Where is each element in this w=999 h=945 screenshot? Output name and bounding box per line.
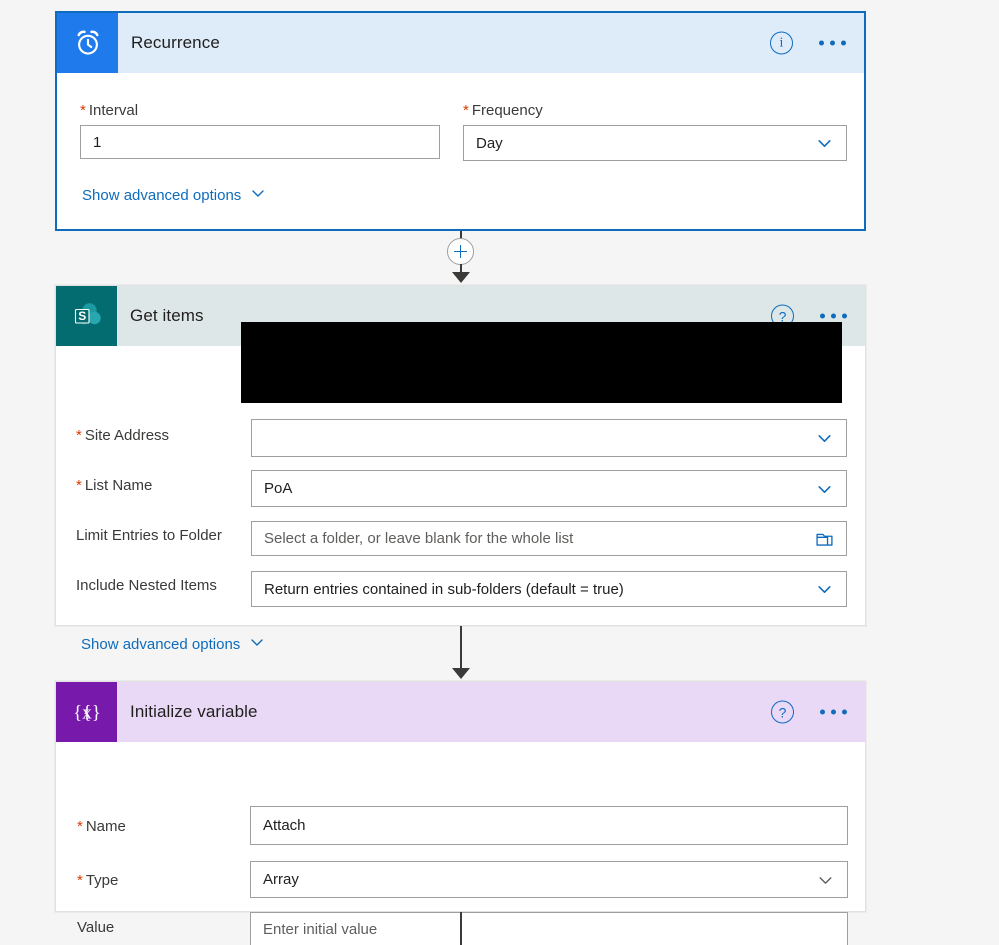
card-title-recurrence: Recurrence <box>131 33 220 52</box>
frequency-value: Day <box>476 134 503 152</box>
help-icon[interactable]: ? <box>771 700 794 724</box>
field-label-list-name: * List Name <box>76 477 152 494</box>
chevron-down-icon <box>816 481 833 498</box>
label-text: List Name <box>84 477 153 494</box>
variable-value-placeholder: Enter initial value <box>263 921 378 938</box>
required-asterisk: * <box>463 102 469 119</box>
connector-arrow <box>452 272 470 283</box>
variable-name-value: Attach <box>263 817 306 834</box>
required-asterisk: * <box>76 477 82 494</box>
list-name-value: PoA <box>264 480 293 497</box>
card-header-actions: ? <box>771 700 847 724</box>
field-label-site-address: * Site Address <box>76 427 169 444</box>
label-text: Include Nested Items <box>76 577 217 594</box>
more-options-icon[interactable] <box>820 313 847 319</box>
limit-entries-to-folder-input[interactable]: Select a folder, or leave blank for the … <box>251 521 847 556</box>
label-text: Frequency <box>471 102 543 119</box>
card-title-initialize-variable: Initialize variable <box>130 702 258 721</box>
info-icon[interactable]: i <box>770 31 793 55</box>
connector-line <box>460 626 462 674</box>
connector-arrow <box>452 668 470 679</box>
label-text: Interval <box>88 102 139 119</box>
variable-type-value: Array <box>263 871 299 888</box>
chevron-down-icon <box>816 430 833 447</box>
svg-text:S: S <box>78 309 86 323</box>
field-label-variable-name: * Name <box>77 818 126 835</box>
advanced-options-label: Show advanced options <box>82 186 242 204</box>
add-step-button[interactable] <box>447 238 474 265</box>
frequency-dropdown[interactable]: Day <box>463 125 847 161</box>
action-card-recurrence[interactable]: Recurrence i * Interval 1 * Frequency Da… <box>55 11 866 231</box>
field-label-variable-value: Value <box>77 919 114 937</box>
card-title-get-items: Get items <box>130 306 204 325</box>
more-options-icon[interactable] <box>820 709 847 715</box>
action-card-initialize-variable[interactable]: { {x} Initialize variable ? * Name Attac… <box>55 681 866 945</box>
card-header-actions: i <box>770 31 846 55</box>
limit-entries-placeholder: Select a folder, or leave blank for the … <box>264 530 574 547</box>
required-asterisk: * <box>77 872 83 889</box>
show-advanced-options-recurrence[interactable]: Show advanced options <box>82 185 266 205</box>
required-asterisk: * <box>76 427 82 444</box>
field-label-limit-entries-to-folder: Limit Entries to Folder <box>76 527 222 545</box>
flow-designer-canvas: Recurrence i * Interval 1 * Frequency Da… <box>0 0 999 945</box>
field-label-variable-type: * Type <box>77 872 118 889</box>
include-nested-items-value: Return entries contained in sub-folders … <box>264 580 624 598</box>
field-label-frequency: * Frequency <box>463 102 543 119</box>
required-asterisk: * <box>80 102 86 119</box>
label-text: Name <box>85 818 126 835</box>
chevron-down-icon <box>250 185 266 205</box>
redacted-site-address-region <box>241 322 842 403</box>
label-text: Type <box>85 872 119 889</box>
include-nested-items-dropdown[interactable]: Return entries contained in sub-folders … <box>251 571 847 607</box>
variable-value-input[interactable]: Enter initial value <box>250 912 848 945</box>
chevron-down-icon <box>816 135 833 152</box>
folder-picker-icon[interactable] <box>815 530 834 552</box>
label-text: Value <box>77 919 115 936</box>
site-address-dropdown[interactable] <box>251 419 847 457</box>
card-header-recurrence: Recurrence i <box>57 13 864 73</box>
chevron-down-icon <box>817 872 834 889</box>
card-body-recurrence: * Interval 1 * Frequency Day Show advanc… <box>57 73 864 231</box>
variable-name-input[interactable]: Attach <box>250 806 848 845</box>
label-text: Site Address <box>84 427 170 444</box>
label-text: Limit Entries to Folder <box>76 527 222 544</box>
more-options-icon[interactable] <box>819 40 846 46</box>
advanced-options-label: Show advanced options <box>81 635 241 653</box>
field-label-interval: * Interval <box>80 102 138 119</box>
show-advanced-options-get-items[interactable]: Show advanced options <box>81 634 265 654</box>
chevron-down-icon <box>249 634 265 654</box>
interval-value: 1 <box>93 133 102 151</box>
interval-input[interactable]: 1 <box>80 125 440 159</box>
alarm-clock-icon <box>57 13 118 73</box>
variable-type-dropdown[interactable]: Array <box>250 861 848 898</box>
sharepoint-icon: S <box>56 286 117 346</box>
list-name-dropdown[interactable]: PoA <box>251 470 847 507</box>
variable-braces-icon: { {x} <box>56 682 117 742</box>
card-body-initialize-variable: * Name Attach * Type Array Value Enter i… <box>56 742 865 945</box>
chevron-down-icon <box>816 581 833 598</box>
connector-line <box>460 912 462 945</box>
svg-text:{x}: {x} <box>73 703 101 724</box>
card-header-initialize-variable: { {x} Initialize variable ? <box>56 682 865 742</box>
required-asterisk: * <box>77 818 83 835</box>
field-label-include-nested-items: Include Nested Items <box>76 577 217 595</box>
